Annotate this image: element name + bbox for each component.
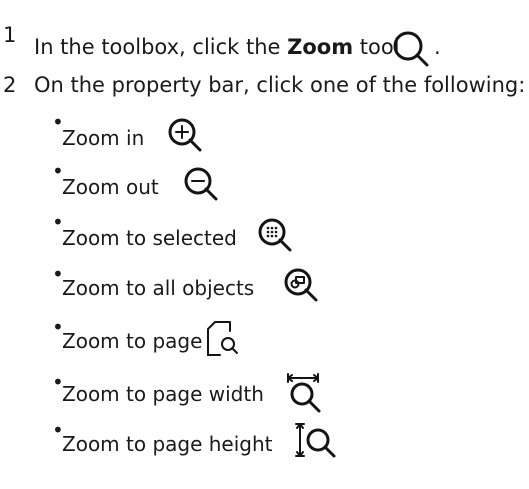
zoom-to-all-objects-icon	[284, 268, 318, 302]
step-text: In the toolbox, click the Zoom tool	[34, 37, 400, 58]
option-label: Zoom to selected	[62, 226, 237, 250]
step-number: 1	[3, 23, 17, 47]
zoom-out-icon	[184, 167, 218, 201]
step-1: 1 In the toolbox, click the Zoom tool .	[0, 16, 529, 67]
option-label: Zoom to page width	[62, 382, 264, 406]
step-text: On the property bar, click one of the fo…	[34, 73, 526, 97]
step-trailing-period: .	[434, 35, 441, 59]
option-label: Zoom out	[62, 175, 159, 199]
zoom-to-page-width-icon	[287, 373, 321, 413]
zoom-to-page-height-icon	[295, 423, 336, 458]
zoom-in-icon	[168, 118, 202, 152]
zoom-tool-name: Zoom	[287, 35, 354, 59]
option-label: Zoom to all objects	[62, 276, 255, 300]
step-number: 2	[3, 73, 17, 97]
option-label: Zoom to page height	[62, 432, 273, 456]
step-2: 2 On the property bar, click one of the …	[0, 70, 529, 100]
step-text-before: In the toolbox, click the	[34, 35, 288, 59]
option-label: Zoom in	[62, 126, 145, 150]
zoom-tool-icon	[393, 31, 429, 67]
option-label: Zoom to page	[62, 329, 203, 353]
zoom-to-selected-icon	[258, 218, 292, 252]
zoom-to-page-icon	[207, 321, 238, 356]
